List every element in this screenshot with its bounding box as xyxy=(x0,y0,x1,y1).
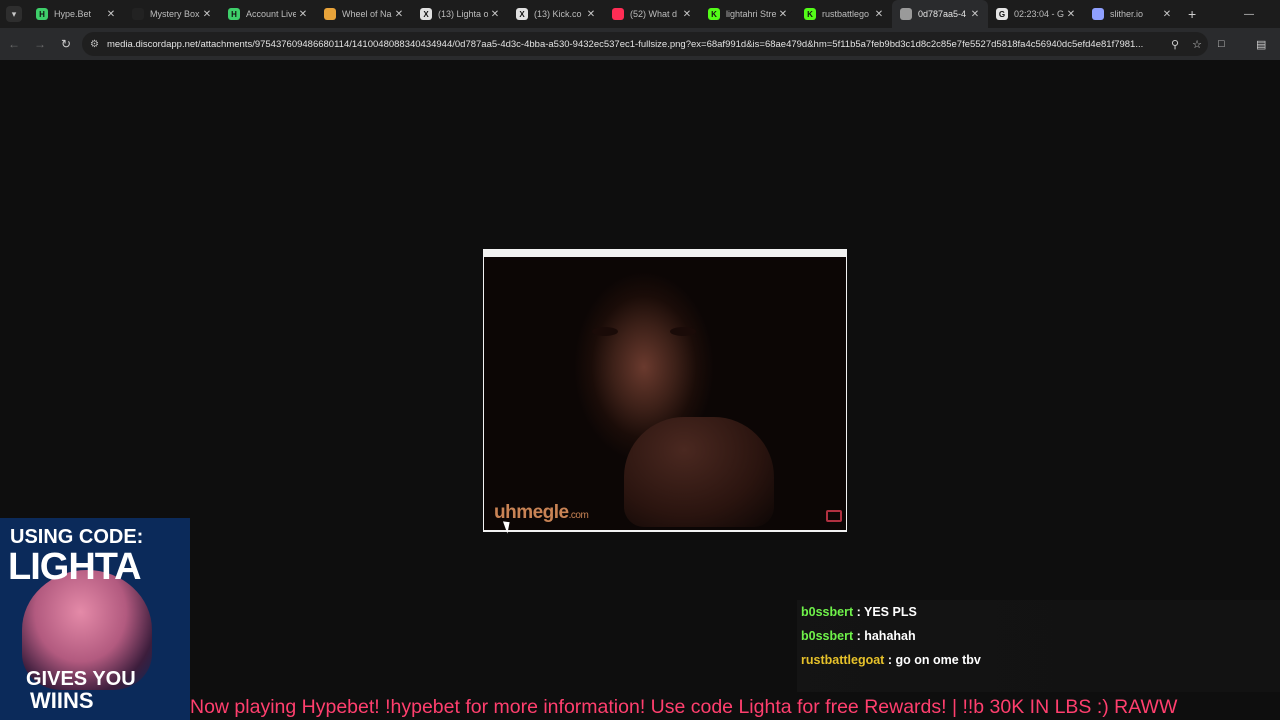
promo-code: LIGHTA xyxy=(8,546,142,588)
chat-username: b0ssbert xyxy=(801,605,854,619)
chat-text: YES PLS xyxy=(864,605,917,619)
bookmark-star-icon[interactable]: ☆ xyxy=(1186,38,1208,51)
tab-close-icon[interactable]: ✕ xyxy=(104,9,118,20)
tab-title: (13) Lighta o xyxy=(438,9,488,19)
address-bar[interactable]: ⚙ media.discordapp.net/attachments/97543… xyxy=(82,32,1208,56)
browser-tab[interactable]: H Hype.Bet ✕ xyxy=(28,0,124,28)
tab-close-icon[interactable]: ✕ xyxy=(584,9,598,20)
hand-shape xyxy=(624,417,774,527)
tab-favicon-icon xyxy=(900,8,912,20)
chat-username: rustbattlegoat xyxy=(801,653,885,667)
chat-message: b0ssbert : hahahah xyxy=(801,629,916,643)
face-eye-left xyxy=(592,327,618,336)
tab-title: (52) What d xyxy=(630,9,678,19)
tab-strip: ▾ H Hype.Bet ✕ Mystery Box ✕ H Account Live ✕ Wh… xyxy=(0,0,1280,28)
chat-message: b0ssbert : YES PLS xyxy=(801,605,917,619)
scrolling-ticker: Now playing Hypebet! !hypebet for more i… xyxy=(190,696,1178,718)
browser-tab[interactable]: X (13) Lighta o ✕ xyxy=(412,0,508,28)
webcam-frame: uhmegle.com xyxy=(484,257,846,530)
forward-button[interactable]: → xyxy=(28,32,52,56)
browser-tab[interactable]: slither.io ✕ xyxy=(1084,0,1180,28)
tab-title: (13) Kick.co xyxy=(534,9,582,19)
displayed-image[interactable]: uhmegle.com xyxy=(483,249,847,532)
browser-tab[interactable]: Klightahri Stre ✕ xyxy=(700,0,796,28)
back-button[interactable]: ← xyxy=(2,32,26,56)
tab-close-icon[interactable]: ✕ xyxy=(1160,9,1174,20)
tab-close-icon[interactable]: ✕ xyxy=(872,9,886,20)
report-flag-icon xyxy=(826,510,842,522)
browser-tab[interactable]: G 02:23:04 - G ✕ xyxy=(988,0,1084,28)
tab-favicon-icon xyxy=(612,8,624,20)
tab-list: H Hype.Bet ✕ Mystery Box ✕ H Account Live ✕ Whee… xyxy=(28,0,1180,28)
tab-title: Hype.Bet xyxy=(54,9,92,19)
chat-overlay: b0ssbert : YES PLS b0ssbert : hahahah ru… xyxy=(797,600,1280,692)
tab-favicon-icon xyxy=(1092,8,1104,20)
chat-message: rustbattlegoat : go on ome tbv xyxy=(801,653,981,667)
tab-favicon-icon: K xyxy=(708,8,720,20)
chat-text: go on ome tbv xyxy=(895,653,981,667)
browser-tab[interactable]: (52) What d ✕ xyxy=(604,0,700,28)
browser-tab[interactable]: Krustbattlego ✕ xyxy=(796,0,892,28)
chat-username: b0ssbert xyxy=(801,629,854,643)
tab-close-icon[interactable]: ✕ xyxy=(392,9,406,20)
chat-text: hahahah xyxy=(864,629,916,643)
tab-close-icon[interactable]: ✕ xyxy=(488,9,502,20)
extensions-icon[interactable]: □ xyxy=(1218,32,1225,56)
tab-favicon-icon: G xyxy=(996,8,1008,20)
tab-close-icon[interactable]: ✕ xyxy=(200,9,214,20)
browser-tab[interactable]: H Account Live ✕ xyxy=(220,0,316,28)
tab-close-icon[interactable]: ✕ xyxy=(680,9,694,20)
tab-favicon-icon: K xyxy=(804,8,816,20)
tab-favicon-icon: X xyxy=(516,8,528,20)
tab-title: rustbattlego xyxy=(822,9,870,19)
browser-tab[interactable]: X (13) Kick.co ✕ xyxy=(508,0,604,28)
browser-tab[interactable]: Mystery Box ✕ xyxy=(124,0,220,28)
reload-button[interactable]: ↻ xyxy=(54,32,78,56)
tab-close-icon[interactable]: ✕ xyxy=(776,9,790,20)
promo-overlay: USING CODE: LIGHTA GIVES YOU WIINS xyxy=(0,518,190,720)
browser-toolbar: ← → ↻ ⚙ media.discordapp.net/attachments… xyxy=(0,28,1280,60)
tab-favicon-icon: H xyxy=(228,8,240,20)
tab-title: Wheel of Na xyxy=(342,9,392,19)
tab-title: 0d787aa5-4 xyxy=(918,9,967,19)
face-eye-right xyxy=(670,327,696,336)
tab-title: 02:23:04 - G xyxy=(1014,9,1064,19)
minimize-button[interactable]: — xyxy=(1244,0,1254,28)
tab-favicon-icon xyxy=(324,8,336,20)
tab-search-button[interactable]: ▾ xyxy=(6,6,22,22)
tab-favicon-icon: X xyxy=(420,8,432,20)
tab-title: Account Live xyxy=(246,9,296,19)
tab-title: Mystery Box xyxy=(150,9,200,19)
tab-title: slither.io xyxy=(1110,9,1144,19)
tab-title: lightahri Stre xyxy=(726,9,776,19)
url-text[interactable]: media.discordapp.net/attachments/9754376… xyxy=(107,39,1164,50)
tab-favicon-icon: H xyxy=(36,8,48,20)
site-info-icon[interactable]: ⚙ xyxy=(90,39,99,50)
tab-close-icon[interactable]: ✕ xyxy=(968,9,982,20)
tab-favicon-icon xyxy=(132,8,144,20)
promo-line4: WIINS xyxy=(30,688,94,713)
new-tab-button[interactable]: + xyxy=(1188,6,1196,22)
tab-close-icon[interactable]: ✕ xyxy=(296,9,310,20)
tab-close-icon[interactable]: ✕ xyxy=(1064,9,1078,20)
side-panel-icon[interactable]: ▤ xyxy=(1256,32,1266,56)
browser-tab[interactable]: Wheel of Na ✕ xyxy=(316,0,412,28)
zoom-icon[interactable]: ⚲ xyxy=(1164,38,1186,51)
browser-tab[interactable]: 0d787aa5-4 ✕ xyxy=(892,0,988,28)
